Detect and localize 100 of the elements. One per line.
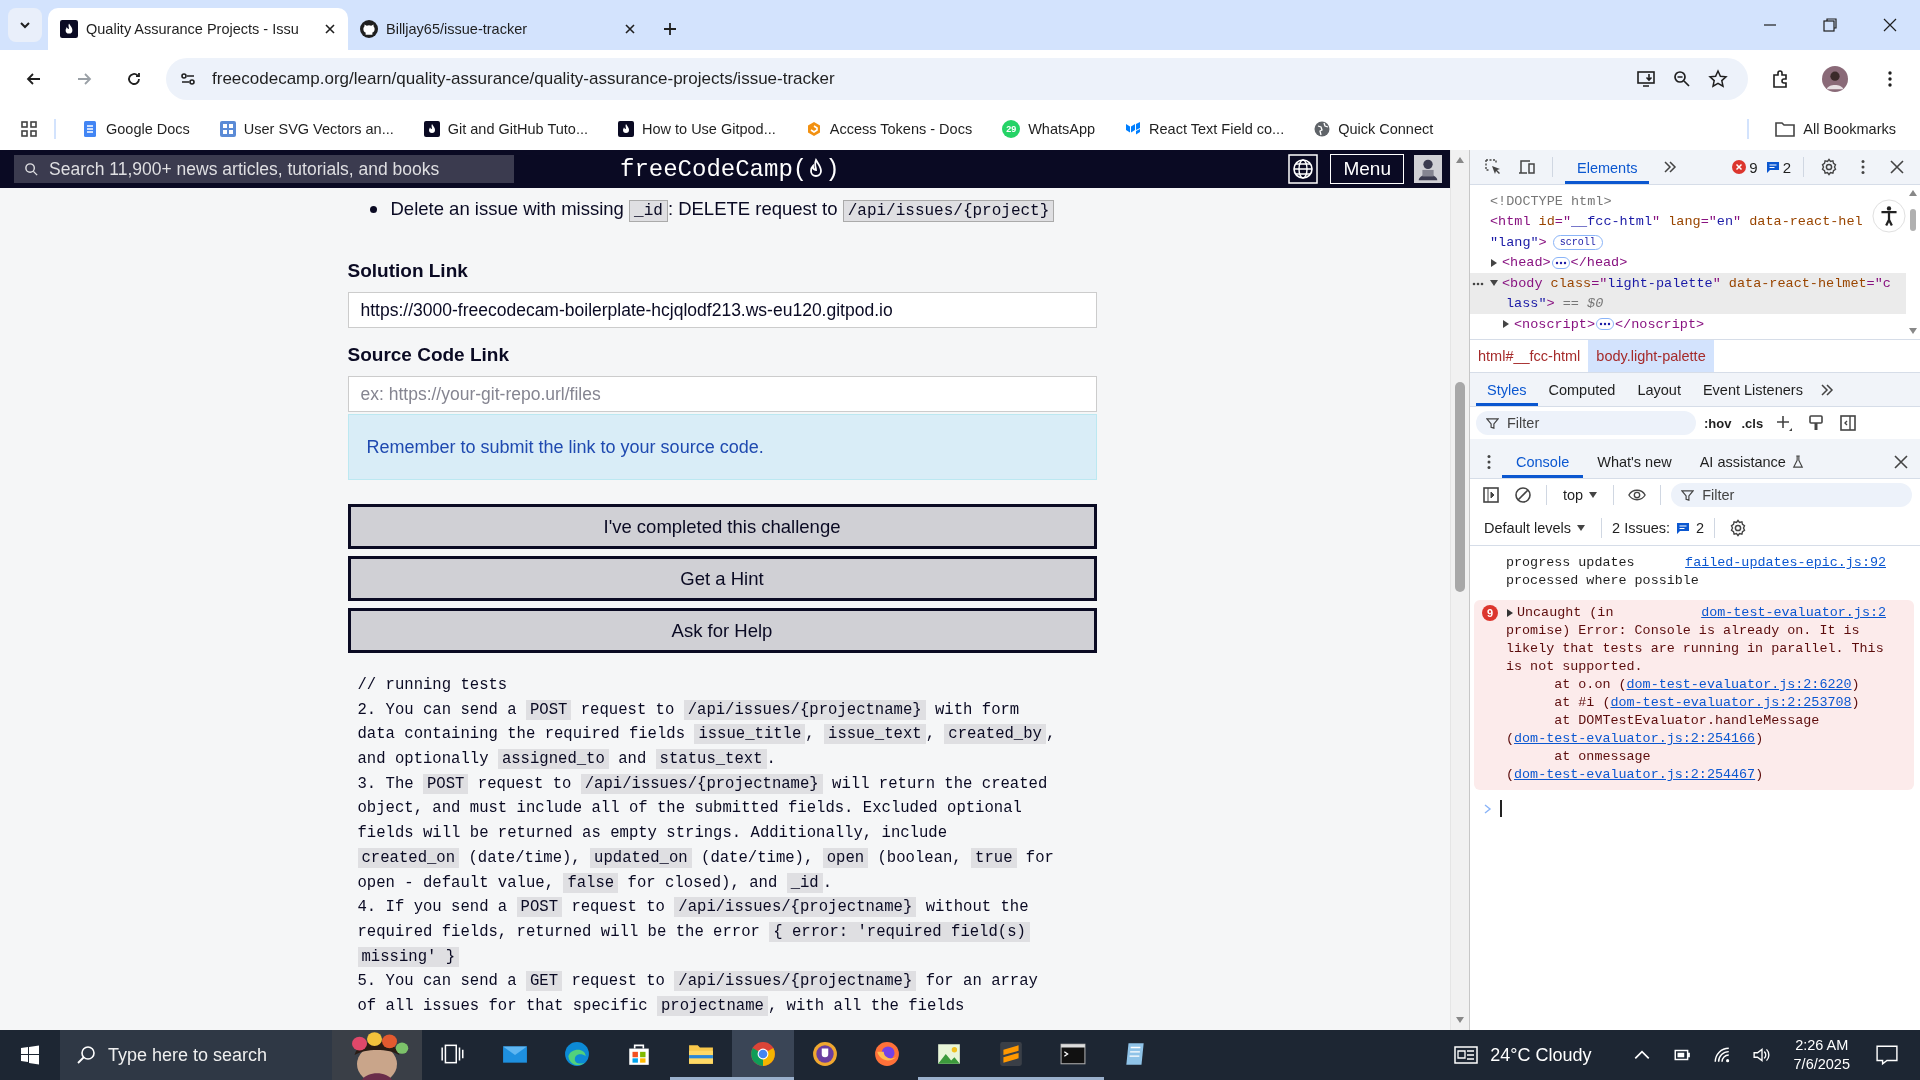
issue-count[interactable]: 2 xyxy=(1782,158,1791,176)
user-avatar[interactable] xyxy=(1414,154,1442,184)
paint-brush-icon[interactable] xyxy=(1807,414,1826,432)
bookmark[interactable]: User SVG Vectors an... xyxy=(209,117,404,141)
scroll-down-icon[interactable] xyxy=(1455,1016,1465,1024)
clock-time[interactable]: 2:26 AM xyxy=(1795,1036,1849,1055)
ellipsis-icon[interactable] xyxy=(1596,318,1614,331)
source-link[interactable]: dom-test-evaluator.js:2:253708 xyxy=(1610,695,1852,710)
install-app-icon[interactable] xyxy=(1636,69,1656,89)
close-icon[interactable] xyxy=(1888,158,1906,176)
browser-tab[interactable]: Billjay65/issue-tracker xyxy=(348,8,648,50)
taskbar-search-field[interactable]: Type here to search xyxy=(108,1044,318,1066)
profile-avatar[interactable] xyxy=(1822,66,1848,92)
source-link[interactable]: failed-updates-epic.js:92 xyxy=(1673,554,1886,572)
menu-button[interactable]: Menu xyxy=(1330,154,1404,184)
console-filter-field[interactable]: Filter xyxy=(1702,487,1902,503)
cls-toggle[interactable]: .cls xyxy=(1741,415,1764,431)
device-toolbar-icon[interactable] xyxy=(1518,158,1536,176)
scroll-up-icon[interactable] xyxy=(1908,189,1918,197)
scrollbar[interactable] xyxy=(1450,150,1469,1030)
scroll-down-icon[interactable] xyxy=(1908,327,1918,335)
error-count[interactable]: 9 xyxy=(1749,158,1758,176)
scroll-thumb[interactable] xyxy=(1910,209,1916,231)
log-levels-dropdown[interactable]: Default levels xyxy=(1478,520,1592,536)
puzzle-icon[interactable] xyxy=(1770,69,1790,89)
browser-tab[interactable]: Quality Assurance Projects - Issu xyxy=(48,8,348,50)
address-bar[interactable]: freecodecamp.org/learn/quality-assurance/quality-assurance-projects/issue-tracker xyxy=(166,58,1748,100)
drawer-tab[interactable]: Console xyxy=(1502,445,1584,478)
styles-tab[interactable]: Layout xyxy=(1626,373,1692,406)
hov-toggle[interactable]: :hov xyxy=(1704,415,1732,431)
speaker-icon[interactable] xyxy=(1752,1046,1771,1064)
styles-tab[interactable]: Event Listeners xyxy=(1691,373,1814,406)
clear-console-icon[interactable] xyxy=(1514,486,1532,504)
dom-node-text[interactable]: <html id="__fcc-html" lang="en" data-react-hel xyxy=(1490,214,1863,230)
console-filter-box[interactable]: Filter xyxy=(1671,483,1912,507)
ellipsis-icon[interactable] xyxy=(1551,256,1570,269)
scroll-thumb[interactable] xyxy=(1455,382,1465,592)
zoom-out-icon[interactable] xyxy=(1672,69,1692,89)
bookmark[interactable]: React Text Field co... xyxy=(1115,117,1295,141)
bookmark[interactable]: Quick Connect xyxy=(1304,117,1444,141)
close-icon[interactable] xyxy=(1892,452,1910,471)
source-link[interactable]: dom-test-evaluator.js:2:254166 xyxy=(1514,731,1756,746)
apps-grid-icon[interactable] xyxy=(20,120,38,138)
context-dropdown[interactable]: top xyxy=(1557,487,1604,503)
action-button[interactable]: Get a Hint xyxy=(347,556,1097,601)
breadcrumb[interactable]: body.light-palette xyxy=(1588,340,1714,372)
breadcrumb[interactable]: html#__fcc-html xyxy=(1470,340,1589,372)
filter-box[interactable]: Filter xyxy=(1476,411,1696,435)
message-icon xyxy=(1676,521,1691,535)
styles-tab[interactable]: Computed xyxy=(1537,373,1627,406)
sidebar-toggle-icon[interactable] xyxy=(1839,414,1858,432)
source-link[interactable]: dom-test-evaluator.js:2 xyxy=(1689,604,1886,622)
more-dots-icon[interactable] xyxy=(1472,282,1484,286)
bookmark[interactable]: How to Use Gitpod... xyxy=(608,117,786,141)
accessibility-icon[interactable] xyxy=(1872,199,1906,233)
source-link[interactable]: dom-test-evaluator.js:2:254467 xyxy=(1514,767,1756,782)
scroll-up-icon[interactable] xyxy=(1455,156,1465,164)
plus-icon[interactable] xyxy=(1775,414,1794,432)
tab-search-button[interactable] xyxy=(8,8,42,42)
issues-count[interactable]: 2 xyxy=(1696,520,1705,536)
expand-triangle-icon[interactable] xyxy=(1490,258,1498,267)
notifications-icon[interactable] xyxy=(1876,1044,1898,1066)
start-icon[interactable] xyxy=(20,1045,40,1065)
close-icon[interactable] xyxy=(624,23,636,35)
close-icon[interactable] xyxy=(1882,17,1898,33)
language-globe-icon[interactable] xyxy=(1286,154,1321,184)
new-tab-icon[interactable] xyxy=(662,21,678,37)
dom-node-text[interactable]: "lang"> xyxy=(1490,234,1547,250)
star-icon[interactable] xyxy=(1708,69,1728,89)
drawer-tab[interactable]: What's new xyxy=(1583,445,1686,478)
restore-icon[interactable] xyxy=(1822,17,1838,33)
bookmark[interactable]: Google Docs xyxy=(72,117,200,141)
close-icon[interactable] xyxy=(324,23,336,35)
settings-icon[interactable] xyxy=(1820,158,1838,176)
input-field[interactable]: ex: https://your-git-repo.url/files xyxy=(347,376,1097,412)
expand-triangle-icon[interactable] xyxy=(1502,320,1510,329)
source-link[interactable]: dom-test-evaluator.js:2:6220 xyxy=(1626,677,1852,692)
collapse-triangle-icon[interactable] xyxy=(1490,279,1498,288)
wifi-icon[interactable] xyxy=(1712,1046,1731,1064)
styles-tab[interactable]: Styles xyxy=(1476,373,1538,406)
search-field[interactable]: Search 11,900+ news articles, tutorials, and books xyxy=(49,158,504,180)
filter-field[interactable]: Filter xyxy=(1507,415,1686,431)
expand-triangle-icon[interactable] xyxy=(1506,609,1514,617)
drawer-tab[interactable]: AI assistance xyxy=(1685,445,1800,478)
taskbar-search-box[interactable]: Type here to search xyxy=(60,1030,422,1080)
settings-icon[interactable] xyxy=(1729,519,1748,537)
devtools-tab[interactable]: Elements xyxy=(1565,150,1650,184)
action-button[interactable]: Ask for Help xyxy=(347,608,1097,653)
action-button[interactable]: I've completed this challenge xyxy=(347,504,1097,549)
sidebar-icon[interactable] xyxy=(1482,486,1500,504)
bookmark[interactable]: 29 WhatsApp xyxy=(992,116,1106,142)
chrome-taskbar-button[interactable] xyxy=(732,1030,794,1080)
clock-date[interactable]: 7/6/2025 xyxy=(1793,1055,1850,1074)
input-field[interactable]: https://3000-freecodecam-boilerplate-hcjqlodf213.ws-eu120.gitpod.io xyxy=(347,292,1097,328)
bookmark[interactable]: Git and GitHub Tuto... xyxy=(413,117,598,141)
search-box[interactable]: Search 11,900+ news articles, tutorials, and books xyxy=(14,155,514,183)
all-bookmarks-button[interactable]: All Bookmarks xyxy=(1765,117,1906,141)
bookmark[interactable]: Access Tokens - Docs xyxy=(795,117,983,141)
inspect-icon[interactable] xyxy=(1484,158,1502,176)
weather-text[interactable]: 24°C Cloudy xyxy=(1490,1044,1592,1066)
